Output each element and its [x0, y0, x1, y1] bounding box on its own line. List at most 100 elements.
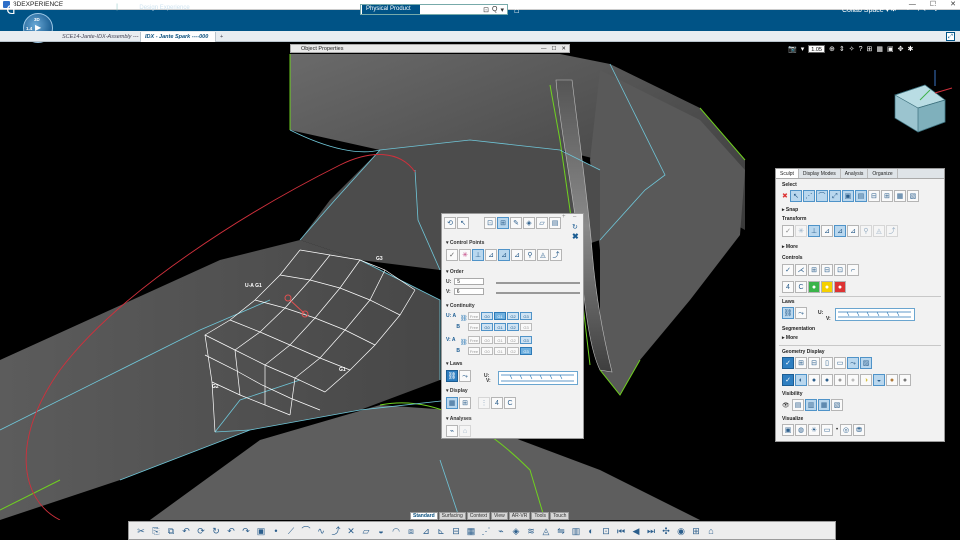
- object-properties-header[interactable]: Object Properties — ☐ ✕: [290, 44, 570, 53]
- select-edge-icon[interactable]: ⤢: [828, 190, 841, 202]
- curve-icon[interactable]: ⌒: [300, 525, 312, 537]
- display-points-icon[interactable]: ⋮: [478, 397, 490, 409]
- cont-vb-g0[interactable]: G0: [481, 347, 493, 355]
- tab-jante-spark[interactable]: IDX - Jante Spark ----000: [140, 32, 216, 42]
- controls-4-icon[interactable]: 4: [782, 281, 794, 293]
- display-4-icon[interactable]: 4: [491, 397, 503, 409]
- visualize-target-icon[interactable]: ◎: [840, 424, 853, 436]
- select-curve-icon[interactable]: ⌒: [815, 190, 828, 202]
- geom-surface-icon[interactable]: ▨: [860, 357, 872, 369]
- analysis-icon[interactable]: ⌁: [495, 525, 507, 537]
- cp-close-icon[interactable]: ✖: [572, 232, 579, 241]
- cp-flatten-icon[interactable]: ⚲: [524, 249, 536, 261]
- tab-sculpt[interactable]: Sculpt: [776, 169, 799, 178]
- pan-icon[interactable]: ⇕: [839, 45, 845, 53]
- point-icon[interactable]: •: [270, 525, 282, 537]
- surface-icon[interactable]: ▱: [360, 525, 372, 537]
- cont-ua-g0[interactable]: G0: [481, 312, 493, 320]
- visualize-light-icon[interactable]: ☀: [808, 424, 820, 436]
- controls-merge-icon[interactable]: ⊟: [821, 264, 833, 276]
- cp-curve-icon[interactable]: ⤴: [550, 249, 562, 261]
- cp-tool-6-icon[interactable]: ▤: [549, 217, 561, 229]
- capture-icon[interactable]: ⊡: [600, 525, 612, 537]
- collab-space-menu[interactable]: Collab Space ▾: [842, 6, 889, 14]
- controls-red-icon[interactable]: ●: [834, 281, 846, 293]
- undo-icon[interactable]: ↶: [180, 525, 192, 537]
- next-icon[interactable]: ⏭: [645, 525, 657, 537]
- tab-display-modes[interactable]: Display Modes: [799, 169, 841, 178]
- transform-star-icon[interactable]: ✳: [795, 225, 807, 237]
- cp-mirror-icon[interactable]: ◬: [537, 249, 549, 261]
- spline-icon[interactable]: ∿: [315, 525, 327, 537]
- tab-context[interactable]: Context: [466, 512, 491, 520]
- analysis-draft-icon[interactable]: ⌂: [459, 425, 471, 437]
- camera-icon[interactable]: 📷: [788, 45, 797, 53]
- cp-star-icon[interactable]: ✳: [459, 249, 471, 261]
- controls-check-icon[interactable]: ✓: [782, 264, 794, 276]
- deselect-icon[interactable]: ✖: [782, 192, 788, 200]
- copy-icon[interactable]: ⎘: [150, 525, 162, 537]
- add-tab-button[interactable]: +: [216, 32, 227, 42]
- cp-tool-1-icon[interactable]: ⊡: [484, 217, 496, 229]
- cp-section-order[interactable]: ▾ Order: [446, 269, 464, 275]
- prev-icon[interactable]: ⏮: [615, 525, 627, 537]
- select-face-icon[interactable]: ▣: [841, 190, 854, 202]
- tab-assembly[interactable]: SCE14-Jante-IDX-Assembly ---: [58, 32, 138, 42]
- render-mode-icon[interactable]: ▦: [876, 45, 883, 53]
- order-u-spinner[interactable]: 5: [454, 278, 485, 285]
- transform-flatten-icon[interactable]: ⚲: [860, 225, 872, 237]
- symmetry-icon[interactable]: ⇋: [555, 525, 567, 537]
- tab-surfacing[interactable]: Surfacing: [438, 512, 466, 520]
- zoom-value[interactable]: 1.05: [808, 45, 825, 53]
- robot-icon[interactable]: ✣: [660, 525, 672, 537]
- view-grid-icon[interactable]: ⊞: [866, 45, 872, 53]
- cont-ub-free[interactable]: Free: [468, 323, 480, 331]
- project-icon[interactable]: ⤴: [330, 525, 342, 537]
- visibility-3-icon[interactable]: ▦: [818, 399, 830, 411]
- cp-move-icon[interactable]: ⊥: [472, 249, 484, 261]
- close-icon[interactable]: ✕: [950, 0, 956, 10]
- geom-box-icon[interactable]: ▭: [834, 357, 846, 369]
- law-curve-graph[interactable]: [498, 371, 578, 385]
- 3ds-logo-icon[interactable]: ᗡ: [4, 3, 18, 17]
- geom-part-icon[interactable]: ⊞: [795, 357, 807, 369]
- geom-curves-icon[interactable]: ⤳: [847, 357, 859, 369]
- cont-ub-g1[interactable]: G1: [494, 323, 506, 331]
- intersect-icon[interactable]: ✕: [345, 525, 357, 537]
- refresh-icon[interactable]: ↻: [210, 525, 222, 537]
- cp-section-display[interactable]: ▾ Display: [446, 388, 468, 394]
- sculpt-law-graph[interactable]: [835, 308, 915, 321]
- display-c-icon[interactable]: C: [504, 397, 516, 409]
- geom-check-icon[interactable]: ✓: [782, 357, 794, 369]
- transform-mirror-icon[interactable]: ◬: [873, 225, 885, 237]
- controls-yellow-icon[interactable]: ●: [821, 281, 833, 293]
- cont-va-g1[interactable]: G1: [494, 336, 506, 344]
- cp-section-continuity[interactable]: ▾ Continuity: [446, 303, 475, 309]
- geom-shade-icon[interactable]: ◐: [795, 374, 807, 386]
- geom-sphere3-icon[interactable]: ●: [834, 374, 846, 386]
- geom-sphere5-icon[interactable]: ◑: [860, 374, 872, 386]
- cont-ua-g1[interactable]: G1: [494, 312, 506, 320]
- sculpt-snap-header[interactable]: ▸ Snap: [782, 207, 798, 213]
- cont-va-g0[interactable]: G0: [481, 336, 493, 344]
- geom-metal-icon[interactable]: ●: [899, 374, 911, 386]
- cp-refresh-icon[interactable]: ↻: [572, 223, 578, 231]
- right-surface-patch[interactable]: [590, 70, 745, 395]
- render-icon[interactable]: ◐: [585, 525, 597, 537]
- tab-standard[interactable]: Standard: [410, 512, 438, 520]
- blend-icon[interactable]: ◒: [375, 525, 387, 537]
- cp-align-icon[interactable]: ⊿: [498, 249, 510, 261]
- visualize-scene-icon[interactable]: ▭: [821, 424, 833, 436]
- cont-vb-g3[interactable]: G3: [520, 347, 532, 355]
- controls-flip-icon[interactable]: ⌐: [847, 264, 859, 276]
- cont-va-free[interactable]: Free: [468, 336, 480, 344]
- cont-vb-g2[interactable]: G2: [507, 347, 519, 355]
- tab-organize[interactable]: Organize: [868, 169, 898, 178]
- cont-vb-g1[interactable]: G1: [494, 347, 506, 355]
- cont-ub-g0[interactable]: G0: [481, 323, 493, 331]
- sculpt-more2-header[interactable]: ▸ More: [782, 335, 798, 341]
- fit-all-icon[interactable]: ⊕: [829, 45, 835, 53]
- trim-icon[interactable]: ⊿: [420, 525, 432, 537]
- save-icon[interactable]: ▣: [255, 525, 267, 537]
- link-u-icon[interactable]: ⛓: [460, 315, 468, 322]
